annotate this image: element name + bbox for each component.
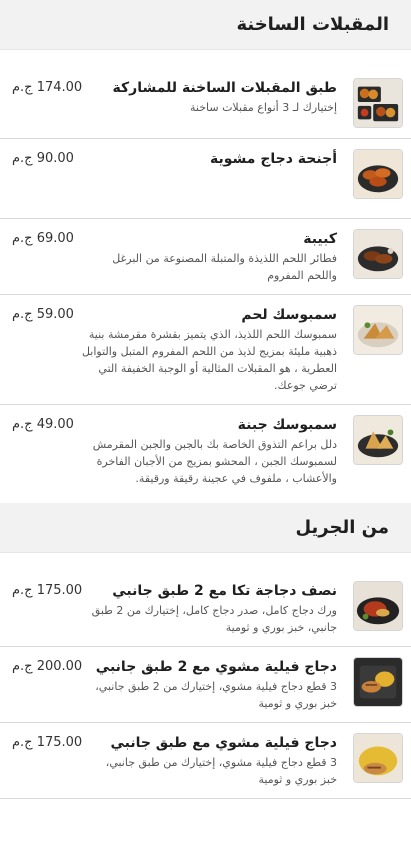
kibbeh-image — [353, 229, 403, 279]
menu-item[interactable]: نصف دجاجة تكا مع 2 طبق جانبي ورك دجاج كا… — [0, 571, 411, 647]
half-chicken-tikka-image — [353, 581, 403, 631]
item-name: طبق المقبلات الساخنة للمشاركة — [112, 80, 337, 96]
item-name: أجنحة دجاج مشوية — [210, 151, 337, 167]
item-price: 200.00 ج.م — [12, 659, 83, 674]
item-name: نصف دجاجة تكا مع 2 طبق جانبي — [112, 583, 337, 599]
menu-item[interactable]: طبق المقبلات الساخنة للمشاركة إختيارك لـ… — [0, 68, 411, 139]
item-name: دجاج فيلية مشوي مع طبق جانبي — [110, 735, 337, 751]
menu-item[interactable]: دجاج فيلية مشوي مع 2 طبق جانبي 3 قطع دجا… — [0, 647, 411, 723]
item-price: 175.00 ج.م — [12, 583, 83, 598]
item-name: دجاج فيلية مشوي مع 2 طبق جانبي — [95, 659, 337, 675]
section-title: المقبلات الساخنة — [236, 14, 389, 35]
item-price: 174.00 ج.م — [12, 80, 83, 95]
item-price: 49.00 ج.م — [12, 417, 74, 432]
menu-item[interactable]: دجاج فيلية مشوي مع طبق جانبي 3 قطع دجاج … — [0, 723, 411, 799]
menu-list: المقبلات الساخنة طبق المقبلات الساخنة لل… — [0, 0, 411, 799]
grilled-wings-image — [353, 149, 403, 199]
menu-item[interactable]: سمبوسك لحم سمبوسك اللحم اللذيذ، الذي يتم… — [0, 295, 411, 405]
item-price: 59.00 ج.م — [12, 307, 74, 322]
item-name: كبيبة — [303, 231, 337, 247]
item-price: 175.00 ج.م — [12, 735, 83, 750]
item-description: ورك دجاج كامل، صدر دجاج كامل، إختيارك من… — [91, 604, 337, 634]
item-description: فطائر اللحم اللذيذة والمتبلة المصنوعة من… — [112, 252, 337, 282]
item-description: 3 قطع دجاج فيلية مشوي، إختيارك من طبق جا… — [105, 756, 337, 786]
grilled-fillet-two-sides-image — [353, 657, 403, 707]
item-description: 3 قطع دجاج فيلية مشوي، إختيارك من 2 طبق … — [95, 680, 337, 710]
grilled-fillet-one-side-image — [353, 733, 403, 783]
item-description: سمبوسك اللحم اللذيذ، الذي يتميز بقشرة مق… — [81, 328, 337, 392]
item-name: سمبوسك لحم — [241, 307, 337, 323]
hot-appetizer-platter-image — [353, 78, 403, 128]
item-name: سمبوسك جبنة — [237, 417, 337, 433]
menu-item[interactable]: سمبوسك جبنة دلل براعم التذوق الخاصة بك ب… — [0, 405, 411, 497]
section-header-grill: من الجريل — [0, 503, 411, 553]
meat-sambousek-image — [353, 305, 403, 355]
item-price: 69.00 ج.م — [12, 231, 74, 246]
menu-item[interactable]: أجنحة دجاج مشوية 90.00 ج.م — [0, 139, 411, 219]
item-price: 90.00 ج.م — [12, 151, 74, 166]
section-header-hot-appetizers: المقبلات الساخنة — [0, 0, 411, 50]
item-description: إختيارك لـ 3 أنواع مقبلات ساخنة — [190, 101, 337, 114]
menu-item[interactable]: كبيبة فطائر اللحم اللذيذة والمتبلة المصن… — [0, 219, 411, 295]
cheese-sambousek-image — [353, 415, 403, 465]
section-title: من الجريل — [295, 517, 389, 538]
item-description: دلل براعم التذوق الخاصة بك بالجبن والجبن… — [92, 438, 337, 485]
